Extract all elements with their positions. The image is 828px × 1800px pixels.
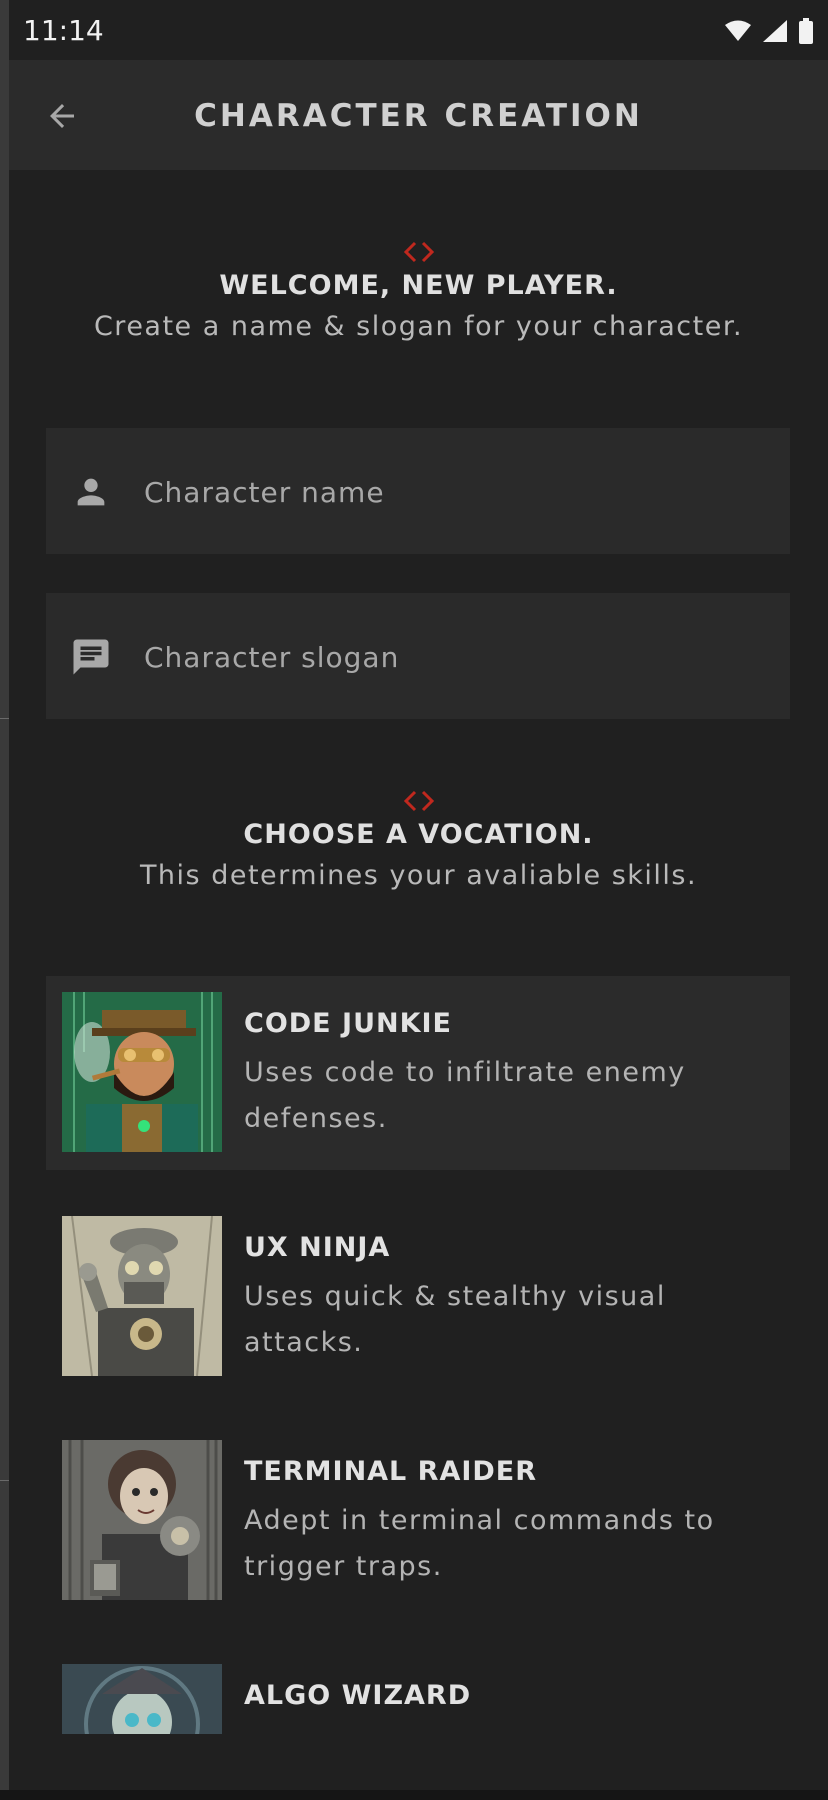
welcome-section-header: WELCOME, NEW PLAYER. Create a name & slo… [9,240,828,342]
character-name-field[interactable] [46,428,790,556]
app-bar: CHARACTER CREATION [9,60,828,170]
left-edge-strip [0,0,9,1800]
signal-icon [763,20,787,42]
vocation-item-terminal-raider[interactable]: TERMINAL RAIDER Adept in terminal comman… [46,1424,790,1618]
algo-wizard-portrait [62,1664,222,1734]
battery-icon [799,18,813,44]
character-slogan-field[interactable] [46,593,790,721]
welcome-title: WELCOME, NEW PLAYER. [219,270,618,301]
bottom-bar [0,1790,828,1800]
page-title: CHARACTER CREATION [194,98,643,134]
vocation-item-code-junkie[interactable]: CODE JUNKIE Uses code to infiltrate enem… [46,976,790,1170]
welcome-subtitle: Create a name & slogan for your characte… [93,311,744,342]
vocation-item-ux-ninja[interactable]: UX NINJA Uses quick & stealthy visual at… [46,1200,790,1394]
vocation-title: CODE JUNKIE [244,1008,453,1039]
character-slogan-input[interactable] [142,593,766,721]
vocation-item-algo-wizard[interactable]: ALGO WIZARD [46,1648,790,1734]
vocation-description: Uses code to infiltrate enemy defenses. [244,1057,686,1134]
divider [0,718,9,719]
status-icons [724,18,814,44]
vocation-title: CHOOSE A VOCATION. [243,819,594,850]
vocation-title: TERMINAL RAIDER [244,1456,538,1487]
ux-ninja-portrait [62,1216,222,1376]
person-icon [70,471,112,513]
status-bar: 11:14 [9,0,828,60]
vocation-description: Uses quick & stealthy visual attacks. [244,1281,666,1358]
terminal-raider-portrait [62,1440,222,1600]
character-name-input[interactable] [142,428,766,556]
vocation-title: ALGO WIZARD [244,1680,472,1711]
code-brackets-icon [403,241,434,263]
divider [0,1480,9,1481]
vocation-list: CODE JUNKIE Uses code to infiltrate enem… [46,976,790,1734]
vocation-title: UX NINJA [244,1232,391,1263]
vocation-subtitle: This determines your avaliable skills. [139,860,698,891]
status-time: 11:14 [23,14,104,47]
chat-bubble-icon [70,636,112,678]
code-junkie-portrait [62,992,222,1152]
vocation-section-header: CHOOSE A VOCATION. This determines your … [9,789,828,891]
vocation-description: Adept in terminal commands to trigger tr… [244,1505,715,1582]
wifi-icon [725,20,751,41]
code-brackets-icon [403,790,434,812]
